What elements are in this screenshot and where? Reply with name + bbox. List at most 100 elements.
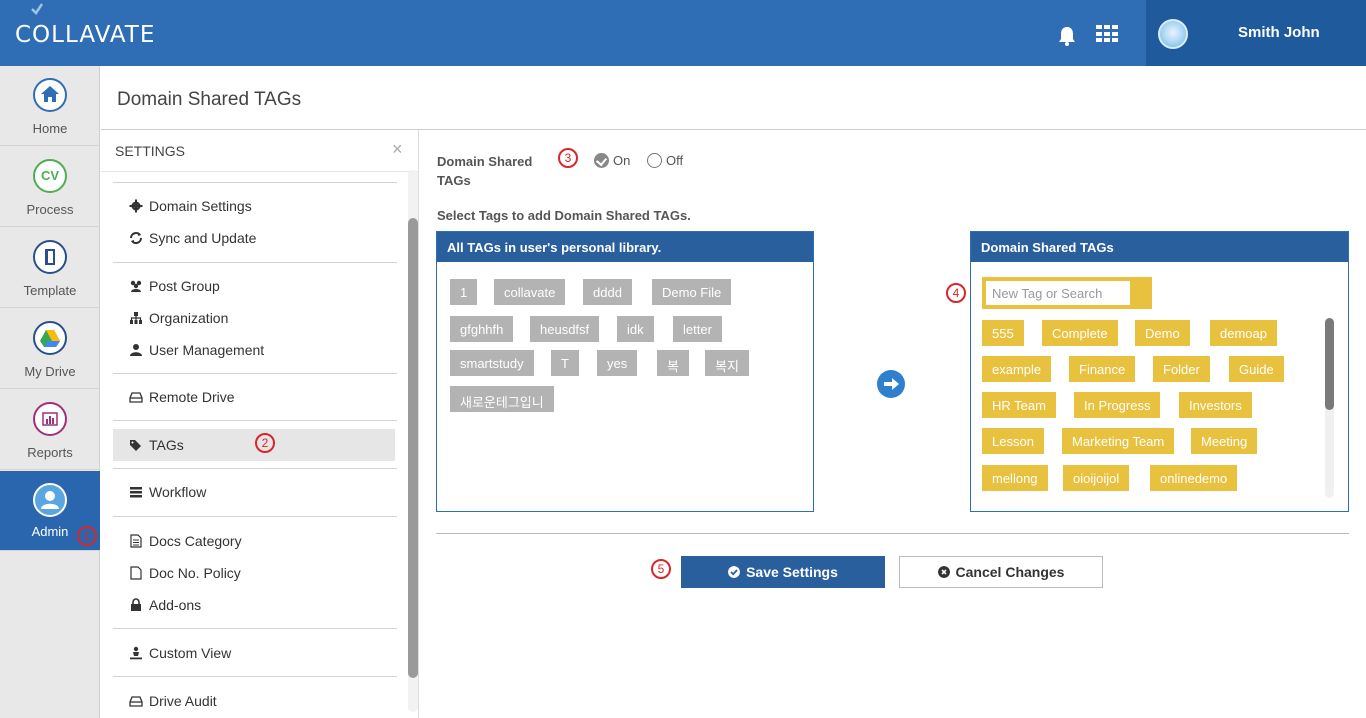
user-menu[interactable]: Smith John <box>1146 0 1366 66</box>
settings-title: SETTINGS <box>115 143 186 159</box>
tag-chip[interactable]: heusdfsf <box>530 316 600 342</box>
menu-drive-audit[interactable]: Drive Audit <box>113 685 395 717</box>
tag-chip[interactable]: HR Team <box>982 392 1056 418</box>
file-icon <box>130 566 142 580</box>
tag-chip[interactable]: onlinedemo <box>1150 465 1238 491</box>
toggle-off-label[interactable]: Off <box>666 153 683 168</box>
tag-chip[interactable]: oioijoijol <box>1063 465 1130 491</box>
tag-chip[interactable]: example <box>982 356 1052 382</box>
admin-icon <box>33 483 67 517</box>
logo-check-icon <box>31 3 44 15</box>
menu-label: Drive Audit <box>149 693 217 709</box>
menu-sync-and-update[interactable]: Sync and Update <box>113 222 395 254</box>
save-settings-button[interactable]: Save Settings <box>681 556 885 588</box>
custom-view-icon <box>130 646 142 660</box>
cancel-changes-button[interactable]: Cancel Changes <box>899 556 1103 588</box>
tag-chip[interactable]: Investors <box>1179 392 1252 418</box>
left-nav: Home CV Process Template My Drive Report… <box>0 66 100 718</box>
tag-chip[interactable]: demoap <box>1210 320 1277 346</box>
app-logo[interactable]: COLLAVATE <box>15 22 155 48</box>
close-icon[interactable]: × <box>392 139 403 160</box>
menu-label: Post Group <box>149 278 220 294</box>
tag-chip[interactable]: Marketing Team <box>1062 428 1175 454</box>
menu-label: Doc No. Policy <box>149 565 241 581</box>
personal-tags-title: All TAGs in user's personal library. <box>437 232 813 262</box>
tag-chip[interactable]: Folder <box>1153 356 1210 382</box>
tag-chip[interactable]: 복 <box>657 350 689 376</box>
tag-chip[interactable]: smartstudy <box>450 350 534 376</box>
tag-chip[interactable]: 555 <box>982 320 1024 346</box>
menu-divider <box>113 262 397 263</box>
actions-divider <box>436 533 1349 534</box>
menu-label: Docs Category <box>149 533 242 549</box>
nav-reports[interactable]: Reports <box>0 390 100 470</box>
menu-divider <box>113 516 397 517</box>
menu-divider <box>113 628 397 629</box>
menu-organization[interactable]: Organization <box>113 302 395 334</box>
toggle-off-radio[interactable] <box>647 153 662 168</box>
tag-chip[interactable]: gfghhfh <box>450 316 514 342</box>
menu-custom-view[interactable]: Custom View <box>113 637 395 669</box>
nav-home[interactable]: Home <box>0 66 100 146</box>
tag-chip[interactable]: In Progress <box>1074 392 1161 418</box>
menu-remote-drive[interactable]: Remote Drive <box>113 381 395 413</box>
tag-chip[interactable]: 복지 <box>705 350 749 376</box>
tag-chip[interactable]: Meeting <box>1191 428 1258 454</box>
step-badge-4: 4 <box>946 283 966 303</box>
nav-label: Template <box>23 283 77 298</box>
settings-scrollbar-thumb[interactable] <box>408 218 418 678</box>
tag-chip[interactable]: 새로운테그입니 <box>450 386 554 412</box>
nav-process[interactable]: CV Process <box>0 147 100 227</box>
menu-domain-settings[interactable]: Domain Settings <box>113 190 395 222</box>
menu-user-management[interactable]: User Management <box>113 334 395 366</box>
domain-tags-scrollbar-thumb[interactable] <box>1325 318 1334 410</box>
nav-template[interactable]: Template <box>0 228 100 308</box>
nav-my-drive[interactable]: My Drive <box>0 309 100 389</box>
tag-chip[interactable]: Lesson <box>982 428 1044 454</box>
toggle-label-line1: Domain Shared <box>437 154 533 169</box>
personal-tags-panel: All TAGs in user's personal library. 1 c… <box>436 231 814 512</box>
menu-workflow[interactable]: Workflow <box>113 476 395 508</box>
tag-search-input[interactable] <box>986 281 1130 305</box>
menu-docs-category[interactable]: Docs Category <box>113 525 395 557</box>
toggle-on-label[interactable]: On <box>613 153 630 168</box>
tag-chip[interactable]: yes <box>597 350 638 376</box>
menu-label: TAGs <box>149 437 184 453</box>
tag-chip[interactable]: T <box>551 350 579 376</box>
menu-tags[interactable]: TAGs <box>113 429 395 461</box>
move-right-arrow-icon[interactable] <box>877 370 905 398</box>
toggle-label-line2: TAGs <box>437 173 471 188</box>
menu-post-group[interactable]: Post Group <box>113 270 395 302</box>
group-icon <box>130 280 142 292</box>
sync-icon <box>130 232 142 244</box>
toggle-on-radio[interactable] <box>594 153 609 168</box>
tag-chip[interactable]: letter <box>673 316 722 342</box>
domain-tags-title: Domain Shared TAGs <box>971 232 1348 262</box>
tag-chip[interactable]: collavate <box>494 279 566 305</box>
menu-doc-no-policy[interactable]: Doc No. Policy <box>113 557 395 589</box>
tag-chip[interactable]: 1 <box>450 279 478 305</box>
tag-chip[interactable]: Complete <box>1042 320 1118 346</box>
step-badge-5: 5 <box>651 559 671 579</box>
org-icon <box>130 312 142 324</box>
tag-chip[interactable]: mellong <box>982 465 1048 491</box>
page-title: Domain Shared TAGs <box>117 89 302 110</box>
drive-icon <box>33 321 67 355</box>
check-circle-icon <box>728 566 741 578</box>
drive-icon <box>129 392 143 403</box>
avatar <box>1158 19 1188 49</box>
tag-chip[interactable]: Demo File <box>652 279 732 305</box>
tag-chip[interactable]: Finance <box>1069 356 1136 382</box>
home-icon <box>33 78 67 112</box>
menu-label: Add-ons <box>149 597 202 613</box>
gear-icon <box>129 199 143 213</box>
tag-chip[interactable]: Guide <box>1229 356 1284 382</box>
reports-icon <box>33 402 67 436</box>
menu-divider <box>113 420 397 421</box>
tag-chip[interactable]: dddd <box>583 279 632 305</box>
menu-add-ons[interactable]: Add-ons <box>113 589 395 621</box>
tag-chip[interactable]: idk <box>617 316 654 342</box>
bell-icon[interactable] <box>1056 25 1078 47</box>
apps-grid-icon[interactable] <box>1096 25 1118 43</box>
tag-chip[interactable]: Demo <box>1135 320 1190 346</box>
